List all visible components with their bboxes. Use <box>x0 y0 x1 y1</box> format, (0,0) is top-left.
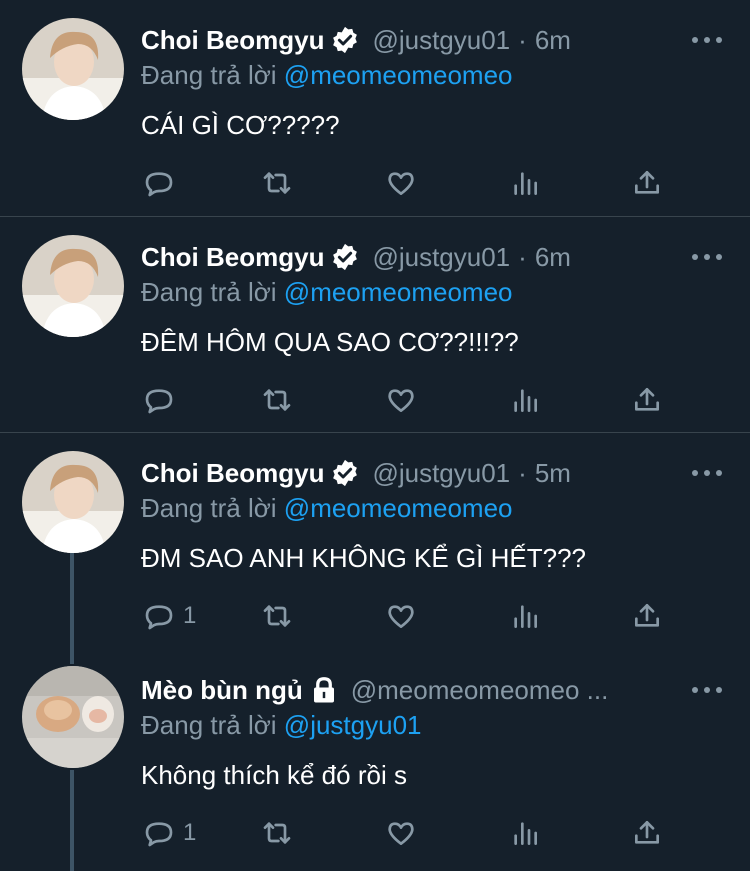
like-icon <box>388 822 414 845</box>
analytics-icon <box>514 822 537 845</box>
reply-button[interactable] <box>143 165 183 201</box>
tweet[interactable]: Mèo bùn ngủ @meomeomeomeo ... Đang trả l… <box>0 650 750 871</box>
tweet[interactable]: Choi Beomgyu @justgyu01 · 6m Đang trả lờ… <box>0 0 750 217</box>
retweet-icon <box>263 822 291 844</box>
replying-to-label: Đang trả lời <box>141 710 277 740</box>
tweet-text: Không thích kể đó rồi s <box>141 760 407 790</box>
retweet-icon <box>263 605 291 627</box>
replying-to: Đang trả lời @meomeomeomeo <box>141 493 513 524</box>
tweet[interactable]: Choi Beomgyu @justgyu01 · 5m Đang trả lờ… <box>0 433 750 650</box>
mention-link[interactable]: @justgyu01 <box>284 710 422 740</box>
share-button[interactable] <box>631 382 663 418</box>
retweet-button[interactable] <box>261 815 293 851</box>
analytics-button[interactable] <box>509 598 541 634</box>
action-bar <box>141 165 681 201</box>
mention-link[interactable]: @meomeomeomeo <box>284 493 513 523</box>
share-button[interactable] <box>631 598 663 634</box>
tweet-text: ĐÊM HÔM QUA SAO CƠ??!!!?? <box>141 327 519 357</box>
more-icon[interactable] <box>692 30 722 50</box>
display-name[interactable]: Choi Beomgyu <box>141 458 324 489</box>
replying-to: Đang trả lời @meomeomeomeo <box>141 60 513 91</box>
replying-to: Đang trả lời @meomeomeomeo <box>141 277 513 308</box>
action-bar <box>141 382 681 418</box>
handle[interactable]: @meomeomeomeo ... <box>351 675 609 706</box>
action-bar: 1 <box>141 598 681 634</box>
reply-icon <box>145 172 173 197</box>
analytics-icon <box>514 605 537 628</box>
retweet-icon <box>263 389 291 411</box>
timestamp[interactable]: 6m <box>535 242 571 273</box>
timestamp[interactable]: 5m <box>535 458 571 489</box>
analytics-icon <box>514 389 537 412</box>
display-name[interactable]: Mèo bùn ngủ <box>141 675 303 706</box>
share-icon <box>635 171 659 194</box>
display-name[interactable]: Choi Beomgyu <box>141 25 324 56</box>
share-icon <box>635 388 659 411</box>
share-icon <box>635 604 659 627</box>
like-icon <box>388 172 414 195</box>
reply-button[interactable]: 1 <box>143 598 196 634</box>
handle[interactable]: @justgyu01 <box>372 458 510 489</box>
reply-button[interactable]: 1 <box>143 815 196 851</box>
tweet-header: Choi Beomgyu @justgyu01 · 6m <box>141 20 660 60</box>
avatar[interactable] <box>22 18 124 120</box>
like-button[interactable] <box>385 815 417 851</box>
more-icon[interactable] <box>692 463 722 483</box>
reply-count: 1 <box>183 819 197 846</box>
share-button[interactable] <box>631 165 663 201</box>
thread-connector <box>70 553 74 650</box>
like-icon <box>388 605 414 628</box>
reply-count: 1 <box>183 602 197 629</box>
reply-button[interactable] <box>143 382 183 418</box>
reply-icon <box>145 389 173 414</box>
analytics-button[interactable] <box>509 165 541 201</box>
analytics-button[interactable] <box>509 815 541 851</box>
mention-link[interactable]: @meomeomeomeo <box>284 277 513 307</box>
avatar[interactable] <box>22 235 124 337</box>
avatar[interactable] <box>22 666 124 768</box>
lock-icon <box>309 675 339 705</box>
like-button[interactable] <box>385 598 417 634</box>
tweet-text: CÁI GÌ CƠ????? <box>141 110 340 140</box>
mention-link[interactable]: @meomeomeomeo <box>284 60 513 90</box>
separator-dot: · <box>518 457 527 488</box>
more-icon[interactable] <box>692 680 722 700</box>
handle[interactable]: @justgyu01 <box>372 25 510 56</box>
retweet-icon <box>263 172 291 194</box>
analytics-button[interactable] <box>509 382 541 418</box>
share-icon <box>635 821 659 844</box>
tweet-header: Choi Beomgyu @justgyu01 · 6m <box>141 237 660 277</box>
timestamp[interactable]: 6m <box>535 25 571 56</box>
display-name[interactable]: Choi Beomgyu <box>141 242 324 273</box>
thread-connector <box>70 770 74 871</box>
verified-badge-icon <box>330 242 360 272</box>
tweet-text: ĐM SAO ANH KHÔNG KỂ GÌ HẾT??? <box>141 543 586 573</box>
analytics-icon <box>514 172 537 195</box>
retweet-button[interactable] <box>261 165 293 201</box>
like-button[interactable] <box>385 382 417 418</box>
like-icon <box>388 389 414 412</box>
thread-connector <box>70 650 74 664</box>
replying-to-label: Đang trả lời <box>141 60 277 90</box>
reply-icon <box>145 822 173 847</box>
share-button[interactable] <box>631 815 663 851</box>
replying-to-label: Đang trả lời <box>141 493 277 523</box>
retweet-button[interactable] <box>261 382 293 418</box>
retweet-button[interactable] <box>261 598 293 634</box>
like-button[interactable] <box>385 165 417 201</box>
separator-dot: · <box>518 24 527 55</box>
avatar[interactable] <box>22 451 124 553</box>
separator-dot: · <box>518 241 527 272</box>
action-bar: 1 <box>141 815 681 851</box>
tweet-header: Choi Beomgyu @justgyu01 · 5m <box>141 453 660 493</box>
tweet[interactable]: Choi Beomgyu @justgyu01 · 6m Đang trả lờ… <box>0 217 750 433</box>
reply-icon <box>145 605 173 630</box>
verified-badge-icon <box>330 458 360 488</box>
more-icon[interactable] <box>692 247 722 267</box>
replying-to-label: Đang trả lời <box>141 277 277 307</box>
verified-badge-icon <box>330 25 360 55</box>
tweet-header: Mèo bùn ngủ @meomeomeomeo ... <box>141 670 660 710</box>
replying-to: Đang trả lời @justgyu01 <box>141 710 422 741</box>
handle[interactable]: @justgyu01 <box>372 242 510 273</box>
